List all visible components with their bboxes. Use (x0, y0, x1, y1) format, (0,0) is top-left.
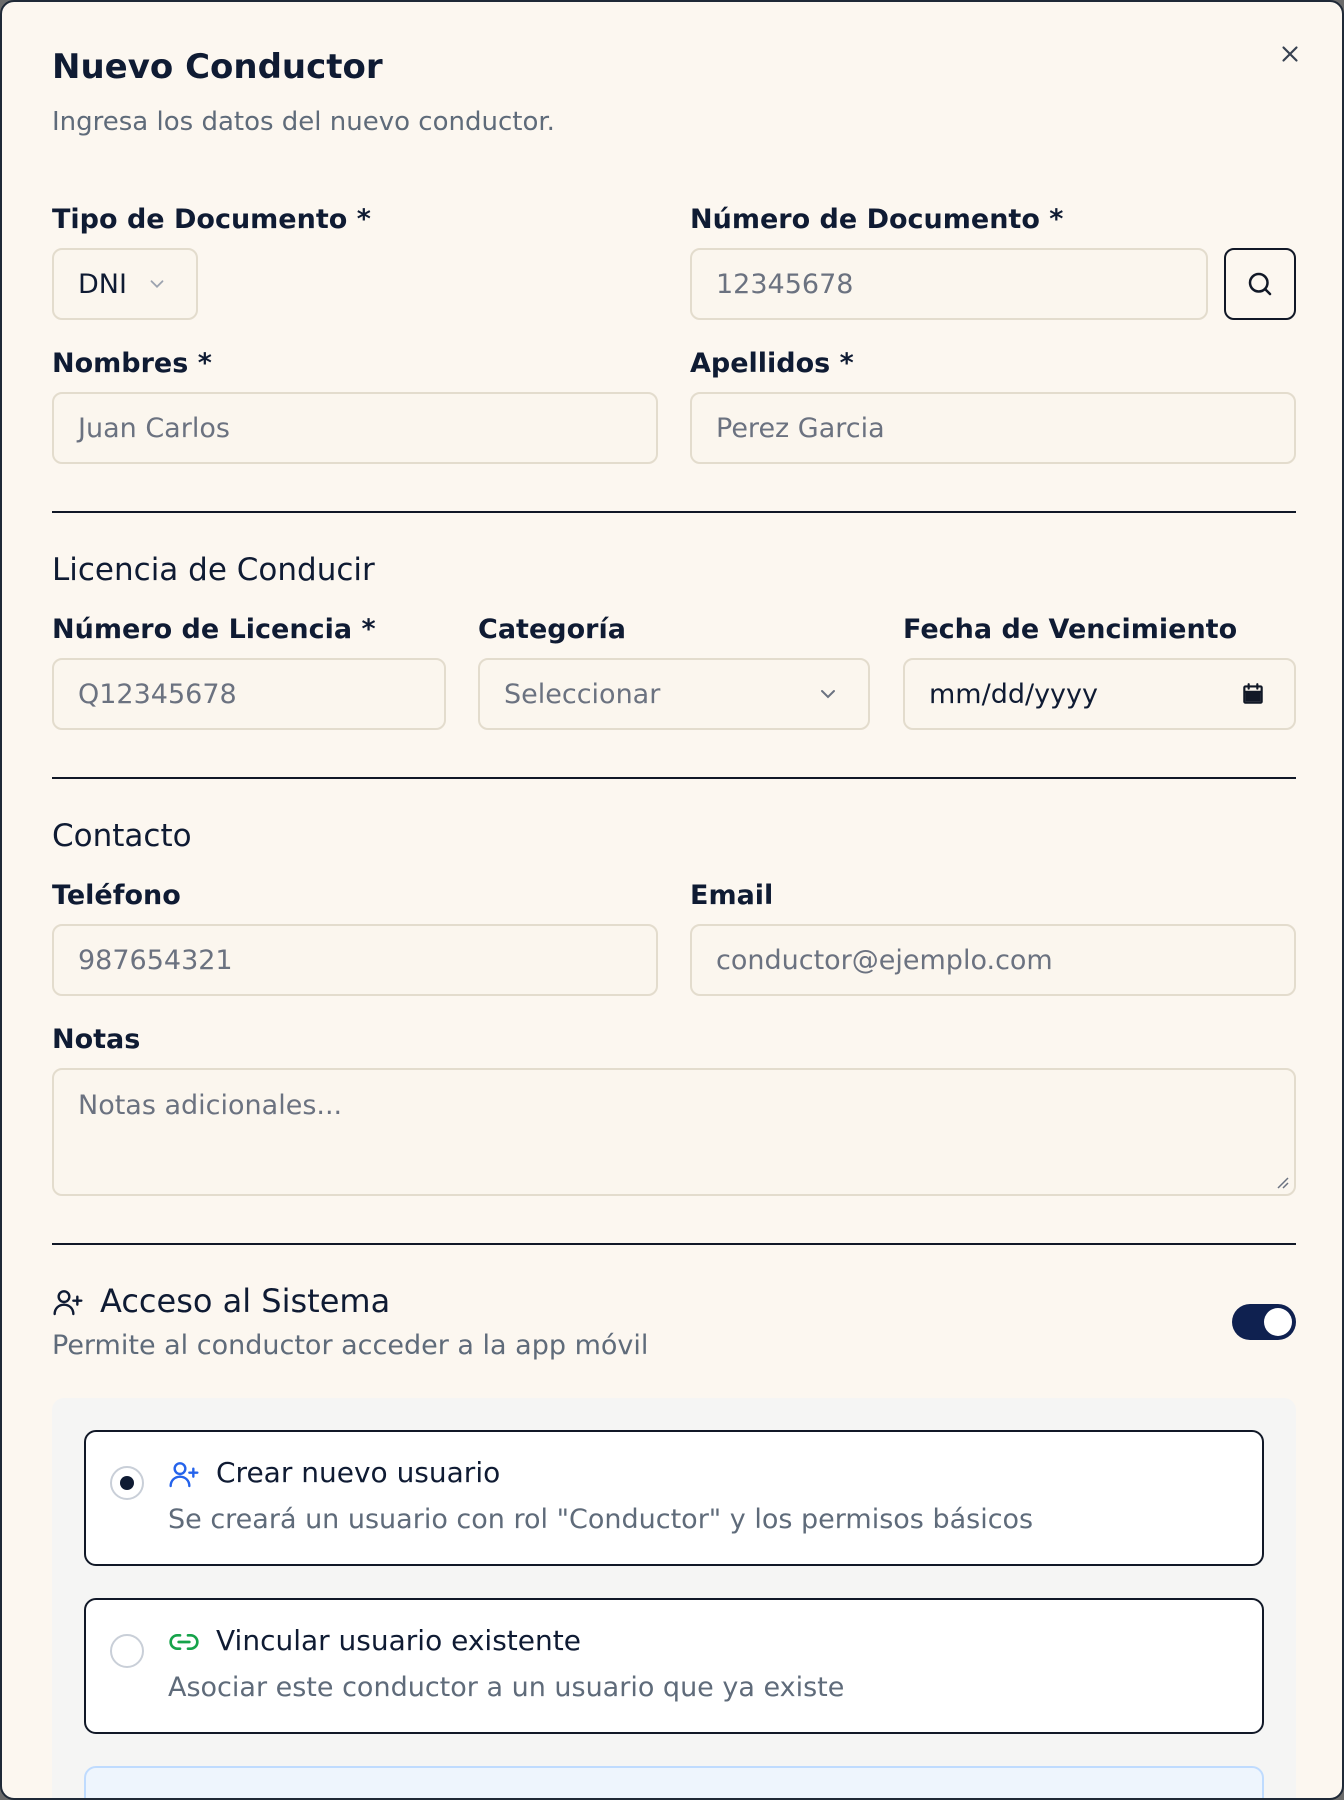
notes-placeholder: Notas adicionales... (78, 1090, 343, 1121)
calendar-icon[interactable] (1240, 681, 1266, 707)
option-description: Se creará un usuario con rol "Conductor"… (168, 1504, 1034, 1535)
last-name-label: Apellidos * (690, 348, 854, 379)
doc-number-input[interactable]: 12345678 (690, 248, 1208, 320)
divider (52, 511, 1296, 513)
phone-input[interactable]: 987654321 (52, 924, 658, 996)
user-plus-icon (169, 1462, 199, 1488)
expiry-value: mm/dd/yyyy (929, 678, 1098, 710)
close-button[interactable] (1272, 36, 1308, 72)
search-document-button[interactable] (1224, 248, 1296, 320)
email-label: Email (690, 880, 774, 911)
license-number-input[interactable]: Q12345678 (52, 658, 446, 730)
info-box (84, 1766, 1264, 1798)
notes-label: Notas (52, 1024, 141, 1055)
dialog-title: Nuevo Conductor (52, 47, 383, 87)
chevron-down-icon (150, 280, 164, 289)
email-input[interactable]: conductor@ejemplo.com (690, 924, 1296, 996)
user-plus-icon (53, 1290, 83, 1316)
divider (52, 1243, 1296, 1245)
category-label: Categoría (478, 614, 626, 645)
phone-label: Teléfono (52, 880, 181, 911)
expiry-label: Fecha de Vencimiento (903, 614, 1238, 645)
access-description: Permite al conductor acceder a la app mó… (52, 1330, 649, 1361)
doc-type-value: DNI (78, 268, 127, 300)
first-name-input[interactable]: Juan Carlos (52, 392, 658, 464)
option-description: Asociar este conductor a un usuario que … (168, 1672, 845, 1703)
option-link-user[interactable]: Vincular usuario existente Asociar este … (84, 1598, 1264, 1734)
close-icon (1282, 46, 1298, 62)
first-name-label: Nombres * (52, 348, 212, 379)
search-icon (1248, 272, 1272, 296)
radio-create-user[interactable] (110, 1466, 144, 1500)
license-section-title: Licencia de Conducir (52, 552, 375, 588)
resize-handle-icon[interactable] (1274, 1174, 1290, 1190)
notes-textarea[interactable]: Notas adicionales... (52, 1068, 1296, 1196)
expiry-date-input[interactable]: mm/dd/yyyy (903, 658, 1296, 730)
radio-link-user[interactable] (110, 1634, 144, 1668)
access-toggle[interactable] (1232, 1304, 1296, 1340)
last-name-input[interactable]: Perez Garcia (690, 392, 1296, 464)
doc-type-select[interactable]: DNI (52, 248, 198, 320)
link-icon (169, 1634, 199, 1650)
category-select[interactable]: Seleccionar (478, 658, 870, 730)
contact-section-title: Contacto (52, 818, 192, 854)
divider (52, 777, 1296, 779)
option-title: Vincular usuario existente (216, 1624, 581, 1657)
option-create-user[interactable]: Crear nuevo usuario Se creará un usuario… (84, 1430, 1264, 1566)
option-title: Crear nuevo usuario (216, 1456, 501, 1489)
toggle-knob (1264, 1308, 1292, 1336)
category-value: Seleccionar (504, 678, 661, 710)
chevron-down-icon (821, 690, 835, 699)
license-number-label: Número de Licencia * (52, 614, 376, 645)
dialog-subtitle: Ingresa los datos del nuevo conductor. (52, 107, 555, 137)
access-section-title: Acceso al Sistema (100, 1282, 391, 1320)
doc-type-label: Tipo de Documento * (52, 204, 371, 235)
new-driver-dialog: Nuevo Conductor Ingresa los datos del nu… (0, 0, 1344, 1800)
doc-number-label: Número de Documento * (690, 204, 1064, 235)
